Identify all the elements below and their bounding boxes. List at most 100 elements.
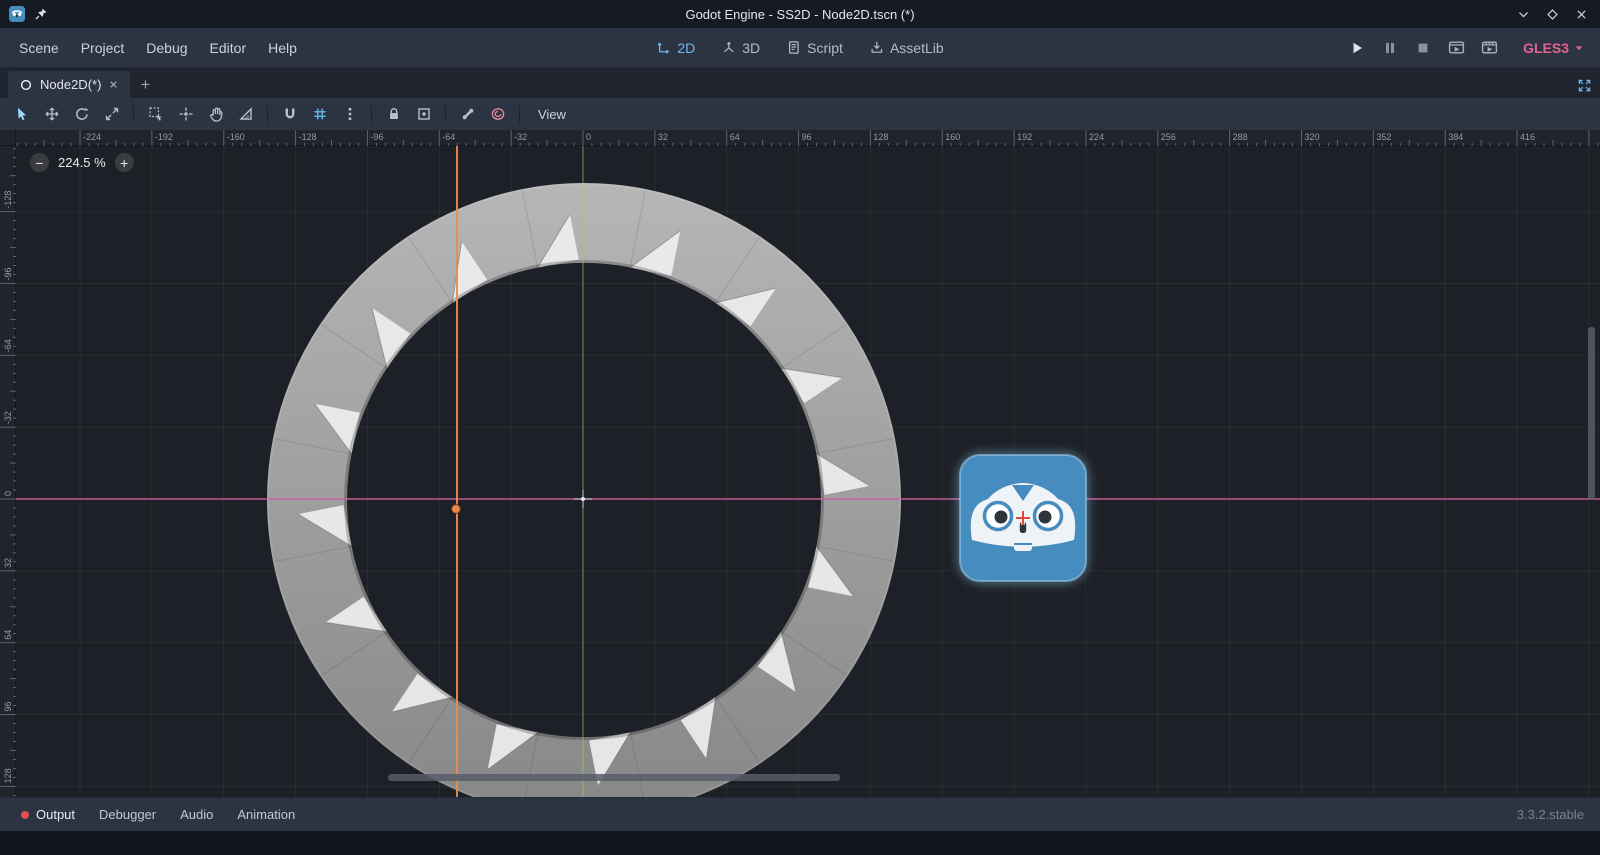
viewport-workspace: -224-192-160-128-96-64-32032649612816019… — [0, 130, 1600, 797]
assetlib-icon — [869, 40, 884, 55]
svg-text:-32: -32 — [514, 132, 527, 142]
zoom-in-button[interactable]: + — [115, 153, 134, 172]
move-tool-button[interactable] — [37, 101, 66, 127]
menu-scene[interactable]: Scene — [8, 33, 70, 63]
panel-debugger[interactable]: Debugger — [88, 801, 167, 828]
svg-text:-96: -96 — [3, 267, 13, 280]
scene-tab-node2d[interactable]: Node2D(*) — [8, 71, 130, 98]
window-close-icon[interactable] — [1575, 8, 1588, 21]
svg-text:-128: -128 — [299, 132, 317, 142]
output-alert-dot — [21, 811, 29, 819]
svg-text:32: 32 — [658, 132, 668, 142]
svg-text:256: 256 — [1161, 132, 1176, 142]
svg-text:128: 128 — [873, 132, 888, 142]
stop-button[interactable] — [1410, 36, 1436, 60]
svg-text:128: 128 — [3, 768, 13, 783]
grid-snap-button[interactable] — [305, 101, 334, 127]
window-maximize-icon[interactable] — [1546, 8, 1559, 21]
pan-tool-button[interactable] — [201, 101, 230, 127]
zoom-level[interactable]: 224.5 % — [58, 155, 106, 170]
svg-text:-64: -64 — [442, 132, 455, 142]
viewport-canvas[interactable]: − 224.5 % + — [16, 146, 1600, 797]
toolbar-separator — [519, 105, 520, 123]
play-scene-button[interactable] — [1443, 36, 1469, 60]
scene-tab-label: Node2D(*) — [40, 77, 101, 92]
ruler-vertical[interactable]: -128-96-64-320326496128 — [0, 146, 16, 797]
window-title: Godot Engine - SS2D - Node2D.tscn (*) — [0, 7, 1600, 22]
engine-version: 3.3.2.stable — [1517, 807, 1590, 822]
video-driver-value: GLES3 — [1523, 40, 1569, 56]
svg-text:64: 64 — [730, 132, 740, 142]
menu-debug[interactable]: Debug — [135, 33, 198, 63]
group-object-button[interactable] — [409, 101, 438, 127]
svg-text:-32: -32 — [3, 411, 13, 424]
tab-3d[interactable]: 3D — [710, 34, 771, 62]
distraction-free-button[interactable] — [1577, 78, 1592, 93]
ruler-horizontal[interactable]: -224-192-160-128-96-64-32032649612816019… — [16, 130, 1600, 146]
video-driver-select[interactable]: GLES3 — [1515, 36, 1592, 60]
playback-controls: GLES3 — [1344, 36, 1592, 60]
workspace-switcher: 2D 3D Script AssetLib — [645, 34, 954, 62]
window-shade-icon[interactable] — [1517, 8, 1530, 21]
panel-audio[interactable]: Audio — [169, 801, 224, 828]
tab-script[interactable]: Script — [775, 34, 854, 62]
toolbar-separator — [371, 105, 372, 123]
scene-render — [16, 146, 1600, 797]
zoom-out-button[interactable]: − — [30, 153, 49, 172]
svg-text:96: 96 — [3, 702, 13, 712]
svg-text:416: 416 — [1520, 132, 1535, 142]
menu-editor[interactable]: Editor — [199, 33, 258, 63]
svg-text:288: 288 — [1233, 132, 1248, 142]
lock-object-button[interactable] — [379, 101, 408, 127]
svg-text:352: 352 — [1376, 132, 1391, 142]
ruler-tool-button[interactable] — [231, 101, 260, 127]
node2d-icon — [19, 78, 33, 92]
bottom-panel-bar: Output Debugger Audio Animation 3.3.2.st… — [0, 797, 1600, 831]
edit-pivot-button[interactable] — [171, 101, 200, 127]
svg-text:96: 96 — [802, 132, 812, 142]
panel-animation[interactable]: Animation — [226, 801, 306, 828]
svg-text:0: 0 — [3, 491, 13, 496]
tab-close-icon[interactable] — [108, 79, 119, 90]
pin-icon[interactable] — [34, 7, 48, 21]
godot-editor-window: Godot Engine - SS2D - Node2D.tscn (*) Sc… — [0, 0, 1600, 855]
panel-output-label: Output — [36, 807, 75, 822]
smart-snap-button[interactable] — [275, 101, 304, 127]
tab-script-label: Script — [807, 40, 843, 56]
svg-text:-160: -160 — [227, 132, 245, 142]
skeleton-options-button[interactable] — [453, 101, 482, 127]
rotate-tool-button[interactable] — [67, 101, 96, 127]
play-custom-scene-button[interactable] — [1476, 36, 1502, 60]
tab-assetlib[interactable]: AssetLib — [858, 34, 955, 62]
new-scene-tab-button[interactable]: + — [132, 72, 158, 98]
svg-text:-96: -96 — [370, 132, 383, 142]
ruler-corner — [0, 130, 16, 146]
vertical-scrollbar[interactable] — [1588, 327, 1595, 500]
ss2d-plugin-button[interactable] — [483, 101, 512, 127]
svg-text:32: 32 — [3, 558, 13, 568]
svg-text:192: 192 — [1017, 132, 1032, 142]
pause-button[interactable] — [1377, 36, 1403, 60]
menu-help[interactable]: Help — [257, 33, 308, 63]
svg-text:160: 160 — [945, 132, 960, 142]
script-icon — [786, 40, 801, 55]
toolbar-separator — [267, 105, 268, 123]
view-menu-button[interactable]: View — [527, 102, 577, 127]
panel-output[interactable]: Output — [10, 801, 86, 828]
zoom-widget: − 224.5 % + — [30, 153, 134, 172]
scene-tabbar: Node2D(*) + — [0, 68, 1600, 98]
horizontal-scrollbar[interactable] — [388, 774, 840, 781]
select-tool-button[interactable] — [7, 101, 36, 127]
menu-project[interactable]: Project — [70, 33, 136, 63]
tab-3d-label: 3D — [742, 40, 760, 56]
2d-icon — [656, 40, 671, 55]
play-button[interactable] — [1344, 36, 1370, 60]
scale-tool-button[interactable] — [97, 101, 126, 127]
godot-icon-sprite[interactable] — [948, 443, 1098, 593]
chevron-down-icon — [1574, 44, 1584, 52]
tab-2d-label: 2D — [677, 40, 695, 56]
svg-text:224: 224 — [1089, 132, 1104, 142]
snap-options-button[interactable] — [335, 101, 364, 127]
list-select-tool-button[interactable] — [141, 101, 170, 127]
tab-2d[interactable]: 2D — [645, 34, 706, 62]
